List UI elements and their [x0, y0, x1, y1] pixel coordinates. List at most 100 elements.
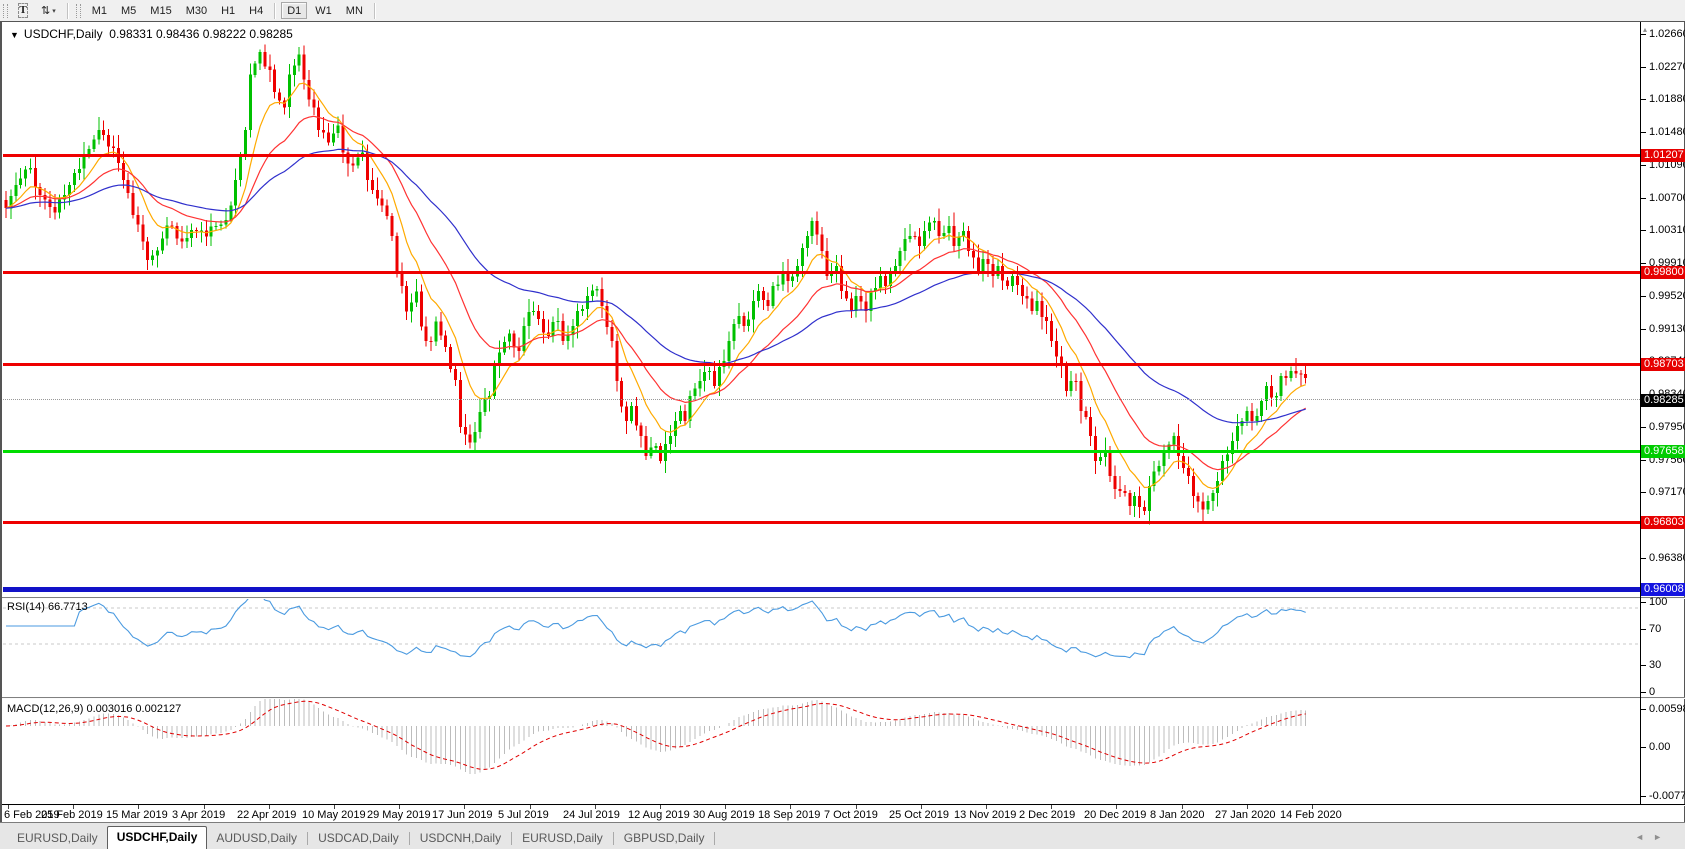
toolbar-separator: [374, 3, 376, 19]
date-label: 14 Feb 2020: [1280, 809, 1342, 821]
level-price-badge: 0.98703: [1641, 358, 1685, 371]
date-label: 2 Dec 2019: [1019, 809, 1075, 821]
timeframe-button-w1[interactable]: W1: [309, 2, 338, 19]
tab-separator: [613, 832, 614, 845]
price-tick-label: 0.96380: [1649, 552, 1685, 564]
tab-usdcnh-daily[interactable]: USDCNH,Daily: [411, 828, 510, 849]
date-label: 7 Oct 2019: [824, 809, 878, 821]
date-label: 3 Apr 2019: [172, 809, 225, 821]
date-label: 15 Mar 2019: [106, 809, 168, 821]
tab-separator: [714, 832, 715, 845]
macd-tick: [1641, 747, 1646, 748]
price-tick: [1641, 296, 1646, 297]
rsi-tick: [1641, 629, 1646, 630]
horizontal-level-line[interactable]: [3, 450, 1640, 453]
tab-audusd-daily[interactable]: AUDUSD,Daily: [207, 828, 306, 849]
date-label: 8 Jan 2020: [1150, 809, 1204, 821]
toolbar-separator: [274, 3, 276, 19]
price-tick: [1641, 34, 1646, 35]
current-price-line: [3, 399, 1640, 400]
timeframe-button-m15[interactable]: M15: [144, 2, 177, 19]
timeframe-button-h4[interactable]: H4: [243, 2, 269, 19]
timeframe-button-mn[interactable]: MN: [340, 2, 369, 19]
price-tick-label: 0.99130: [1649, 323, 1685, 335]
level-price-badge: 0.99800: [1641, 266, 1685, 279]
rsi-tick: [1641, 665, 1646, 666]
macd-tick-label: -0.007737: [1649, 790, 1685, 802]
price-tick: [1641, 67, 1646, 68]
text-tool-button[interactable]: T: [13, 2, 33, 19]
horizontal-level-line[interactable]: [3, 154, 1640, 157]
rsi-tick-label: 0: [1649, 686, 1655, 698]
mt4-window: T ⇅ ▾ M1M5M15M30H1H4D1W1MN ▼USDCHF,Daily…: [0, 0, 1685, 849]
price-tick: [1641, 427, 1646, 428]
date-label: 20 Dec 2019: [1084, 809, 1146, 821]
tab-scroll-arrows[interactable]: ◄►: [1635, 832, 1671, 842]
date-label: 13 Nov 2019: [954, 809, 1016, 821]
tab-usdcad-daily[interactable]: USDCAD,Daily: [309, 828, 408, 849]
date-label: 27 Jan 2020: [1215, 809, 1276, 821]
tabs-scroll-right-icon[interactable]: ►: [1653, 832, 1671, 842]
toolbar-grip[interactable]: [76, 4, 81, 18]
horizontal-level-line[interactable]: [3, 363, 1640, 366]
rsi-tick-label: 70: [1649, 623, 1661, 635]
date-label: 10 May 2019: [302, 809, 366, 821]
rsi-tick-label: 30: [1649, 659, 1661, 671]
scroll-to-end-icon[interactable]: ▴: [1643, 25, 1647, 34]
macd-tick-label: 0.00: [1649, 741, 1670, 753]
horizontal-level-line[interactable]: [3, 271, 1640, 274]
macd-tick: [1641, 709, 1646, 710]
price-tick-label: 1.02270: [1649, 61, 1685, 73]
tab-separator: [511, 832, 512, 845]
tabs-scroll-left-icon[interactable]: ◄: [1635, 832, 1653, 842]
timeframe-button-m30[interactable]: M30: [180, 2, 213, 19]
toolbar-grip[interactable]: [3, 4, 8, 18]
price-tick: [1641, 558, 1646, 559]
pane-separator[interactable]: [2, 597, 1685, 599]
horizontal-level-line[interactable]: [3, 587, 1640, 592]
macd-tick-label: 0.005986: [1649, 703, 1685, 715]
timeframe-button-m5[interactable]: M5: [115, 2, 142, 19]
price-tick: [1641, 329, 1646, 330]
chevron-down-icon: ▼: [10, 30, 19, 40]
macd-tick: [1641, 796, 1646, 797]
toolbar: T ⇅ ▾ M1M5M15M30H1H4 D1W1MN: [0, 0, 1685, 22]
tab-usdchf-daily[interactable]: USDCHF,Daily: [107, 826, 208, 849]
tab-eurusd-daily[interactable]: EURUSD,Daily: [8, 828, 107, 849]
chart-window[interactable]: ▼USDCHF,Daily 0.98331 0.98436 0.98222 0.…: [0, 21, 1685, 822]
price-tick: [1641, 132, 1646, 133]
date-label: 30 Aug 2019: [693, 809, 755, 821]
price-tick: [1641, 198, 1646, 199]
price-tick: [1641, 230, 1646, 231]
timeframe-button-d1[interactable]: D1: [281, 2, 307, 19]
rsi-tick: [1641, 692, 1646, 693]
horizontal-level-line[interactable]: [3, 521, 1640, 524]
toolbar-separator: [67, 3, 69, 19]
price-tick-label: 1.00700: [1649, 192, 1685, 204]
timeframe-button-m1[interactable]: M1: [86, 2, 113, 19]
level-price-badge: 0.96803: [1641, 516, 1685, 529]
price-chart-canvas[interactable]: [3, 23, 1640, 596]
level-price-badge: 1.01207: [1641, 149, 1685, 162]
pane-separator: [2, 804, 1685, 806]
date-label: 24 Jul 2019: [563, 809, 620, 821]
tab-gbpusd-daily[interactable]: GBPUSD,Daily: [615, 828, 714, 849]
rsi-pane-canvas[interactable]: [3, 598, 1640, 696]
macd-pane-canvas[interactable]: [3, 698, 1640, 804]
price-tick: [1641, 460, 1646, 461]
pane-separator[interactable]: [2, 697, 1685, 699]
price-tick-label: 0.97170: [1649, 486, 1685, 498]
current-price-badge: 0.98285: [1641, 394, 1685, 407]
cursor-tool-button[interactable]: ⇅ ▾: [35, 2, 62, 19]
chart-tab-bar: EURUSD,DailyUSDCHF,DailyAUDUSD,DailyUSDC…: [0, 822, 1685, 849]
chart-ohlc-values: 0.98331 0.98436 0.98222 0.98285: [109, 27, 293, 41]
date-label: 25 Feb 2019: [41, 809, 103, 821]
rsi-tick: [1641, 602, 1646, 603]
price-tick: [1641, 492, 1646, 493]
date-label: 18 Sep 2019: [758, 809, 820, 821]
tab-eurusd-daily[interactable]: EURUSD,Daily: [513, 828, 612, 849]
chevron-down-icon: ▾: [52, 7, 56, 15]
date-label: 5 Jul 2019: [498, 809, 549, 821]
price-tick-label: 1.01880: [1649, 93, 1685, 105]
timeframe-button-h1[interactable]: H1: [215, 2, 241, 19]
